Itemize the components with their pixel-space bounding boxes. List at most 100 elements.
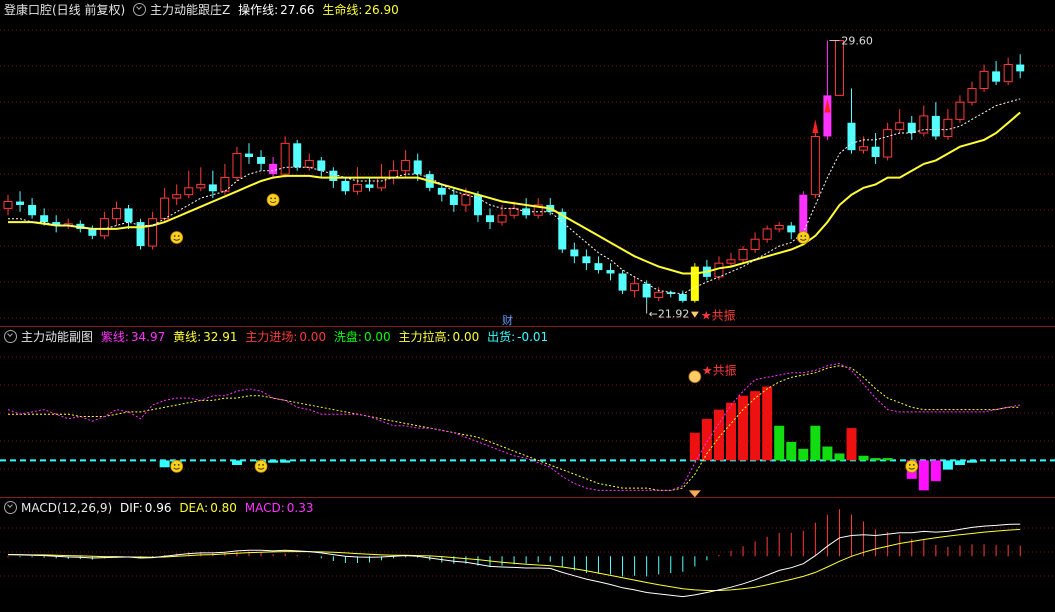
wash-bar bbox=[798, 448, 809, 461]
candle-body bbox=[678, 294, 687, 301]
high-price-label: 29.60 bbox=[841, 35, 873, 48]
enter-bar bbox=[846, 428, 857, 461]
enter-bar bbox=[738, 395, 749, 461]
candle-body bbox=[40, 215, 49, 223]
candle-body bbox=[486, 215, 494, 223]
smiley-icon bbox=[170, 231, 184, 244]
candle-body bbox=[148, 218, 158, 247]
price-panel: 29.60 ←21.92 ★共振 财 登康口腔(日线 前复权) 主力动能跟庄Z 操作线… bbox=[0, 0, 1055, 326]
smiley-eye bbox=[912, 463, 915, 466]
candle-body bbox=[859, 146, 869, 151]
enter-label: 主力进场: bbox=[245, 330, 298, 344]
candle-body bbox=[642, 283, 651, 298]
pull-bar bbox=[942, 460, 953, 470]
life-line bbox=[8, 111, 1021, 275]
life-line-label: 生命线: bbox=[322, 3, 363, 17]
smiley-icon bbox=[170, 459, 184, 473]
dif-label: DIF: bbox=[119, 501, 143, 515]
settings-icon[interactable] bbox=[133, 3, 147, 16]
candle-body bbox=[774, 225, 784, 230]
price-chart: 29.60 ←21.92 ★共振 财 bbox=[0, 29, 1055, 326]
candle-body bbox=[1016, 64, 1025, 72]
candle-body bbox=[111, 207, 121, 220]
candle-body bbox=[3, 201, 13, 209]
settings-icon[interactable] bbox=[4, 501, 17, 514]
momentum-panel: ★共振 主力动能副图 紫线: 34.97 黄线: 32.91 主力进场: 0.00 洗… bbox=[0, 327, 1055, 497]
pull-bar bbox=[954, 460, 965, 465]
smiley-icon bbox=[266, 193, 280, 207]
smiley-icon bbox=[796, 231, 810, 244]
pull-bar bbox=[280, 460, 291, 463]
wash-value: 0.00 bbox=[363, 330, 391, 344]
exit-label: 出货: bbox=[487, 330, 516, 344]
smiley-eye bbox=[270, 197, 272, 200]
buy-arrow-icon bbox=[812, 119, 819, 134]
candle-body bbox=[172, 194, 182, 199]
pull-value: 0.00 bbox=[452, 330, 480, 344]
candle-body bbox=[871, 146, 880, 158]
candle-body bbox=[160, 197, 170, 220]
candle-body bbox=[762, 228, 772, 240]
candle-body bbox=[992, 71, 1001, 82]
indicator-name: 主力动能跟庄Z bbox=[150, 3, 231, 17]
wash-bar bbox=[822, 446, 833, 461]
smiley-eye bbox=[177, 235, 180, 237]
smiley-eye bbox=[274, 197, 276, 200]
candle-body bbox=[570, 249, 579, 257]
candle-body bbox=[220, 177, 230, 192]
wash-bar bbox=[810, 425, 821, 461]
purple-label: 紫线: bbox=[100, 330, 129, 344]
exit-bar bbox=[918, 460, 929, 491]
candle-body bbox=[352, 183, 362, 192]
candle-body bbox=[377, 177, 387, 189]
momentum-chart: ★共振 bbox=[0, 356, 1055, 497]
hourglass-icon bbox=[690, 311, 699, 318]
smiley-eye bbox=[177, 463, 180, 466]
momentum-title: 主力动能副图 bbox=[21, 330, 94, 344]
candle-body bbox=[979, 70, 989, 90]
candle-body bbox=[293, 143, 302, 168]
candle-body bbox=[232, 153, 242, 179]
settings-icon[interactable] bbox=[4, 330, 17, 343]
candle-body bbox=[883, 129, 893, 158]
macd-panel: MACD(12,26,9) DIF: 0.96 DEA: 0.80 MACD: 0.3… bbox=[0, 498, 1055, 612]
candle-body bbox=[1003, 64, 1013, 83]
enter-bar bbox=[713, 409, 724, 461]
candle-body bbox=[726, 259, 736, 264]
candle-body bbox=[413, 160, 422, 175]
candle-body bbox=[280, 142, 290, 175]
enter-bar bbox=[689, 432, 700, 461]
enter-bar bbox=[726, 402, 736, 461]
smiley-icon bbox=[254, 459, 268, 473]
stock-title: 登康口腔(日线 前复权) bbox=[4, 3, 126, 17]
pull-label: 主力拉高: bbox=[398, 330, 451, 344]
candle-body bbox=[750, 238, 760, 250]
exit-value: -0.01 bbox=[517, 330, 549, 344]
candle-body bbox=[943, 118, 953, 137]
enter-bar bbox=[762, 386, 773, 461]
smiley-eye bbox=[804, 235, 807, 237]
candle-body bbox=[955, 101, 965, 120]
candle-body bbox=[594, 263, 603, 271]
purple-value: 34.97 bbox=[130, 330, 166, 344]
resonance-label: ★共振 bbox=[701, 309, 736, 323]
wash-label: 洗盘: bbox=[333, 330, 362, 344]
candle-body bbox=[834, 40, 844, 96]
candle-body bbox=[317, 160, 326, 171]
candle-body bbox=[919, 115, 929, 134]
smiley-eye bbox=[173, 463, 176, 466]
candle-body bbox=[449, 194, 458, 205]
macd-label: MACD: bbox=[244, 501, 285, 515]
op-line bbox=[8, 98, 1021, 295]
candle-body bbox=[329, 170, 338, 181]
candle-body bbox=[967, 88, 977, 103]
candle-body bbox=[269, 163, 278, 175]
candle-body bbox=[810, 135, 820, 196]
candle-body bbox=[401, 159, 411, 172]
life-line-value: 26.90 bbox=[364, 3, 399, 17]
pull-bar bbox=[159, 460, 170, 468]
candle-body bbox=[690, 266, 699, 301]
candle-body bbox=[16, 201, 25, 205]
candle-body bbox=[606, 270, 615, 274]
diamond-icon bbox=[688, 490, 701, 497]
